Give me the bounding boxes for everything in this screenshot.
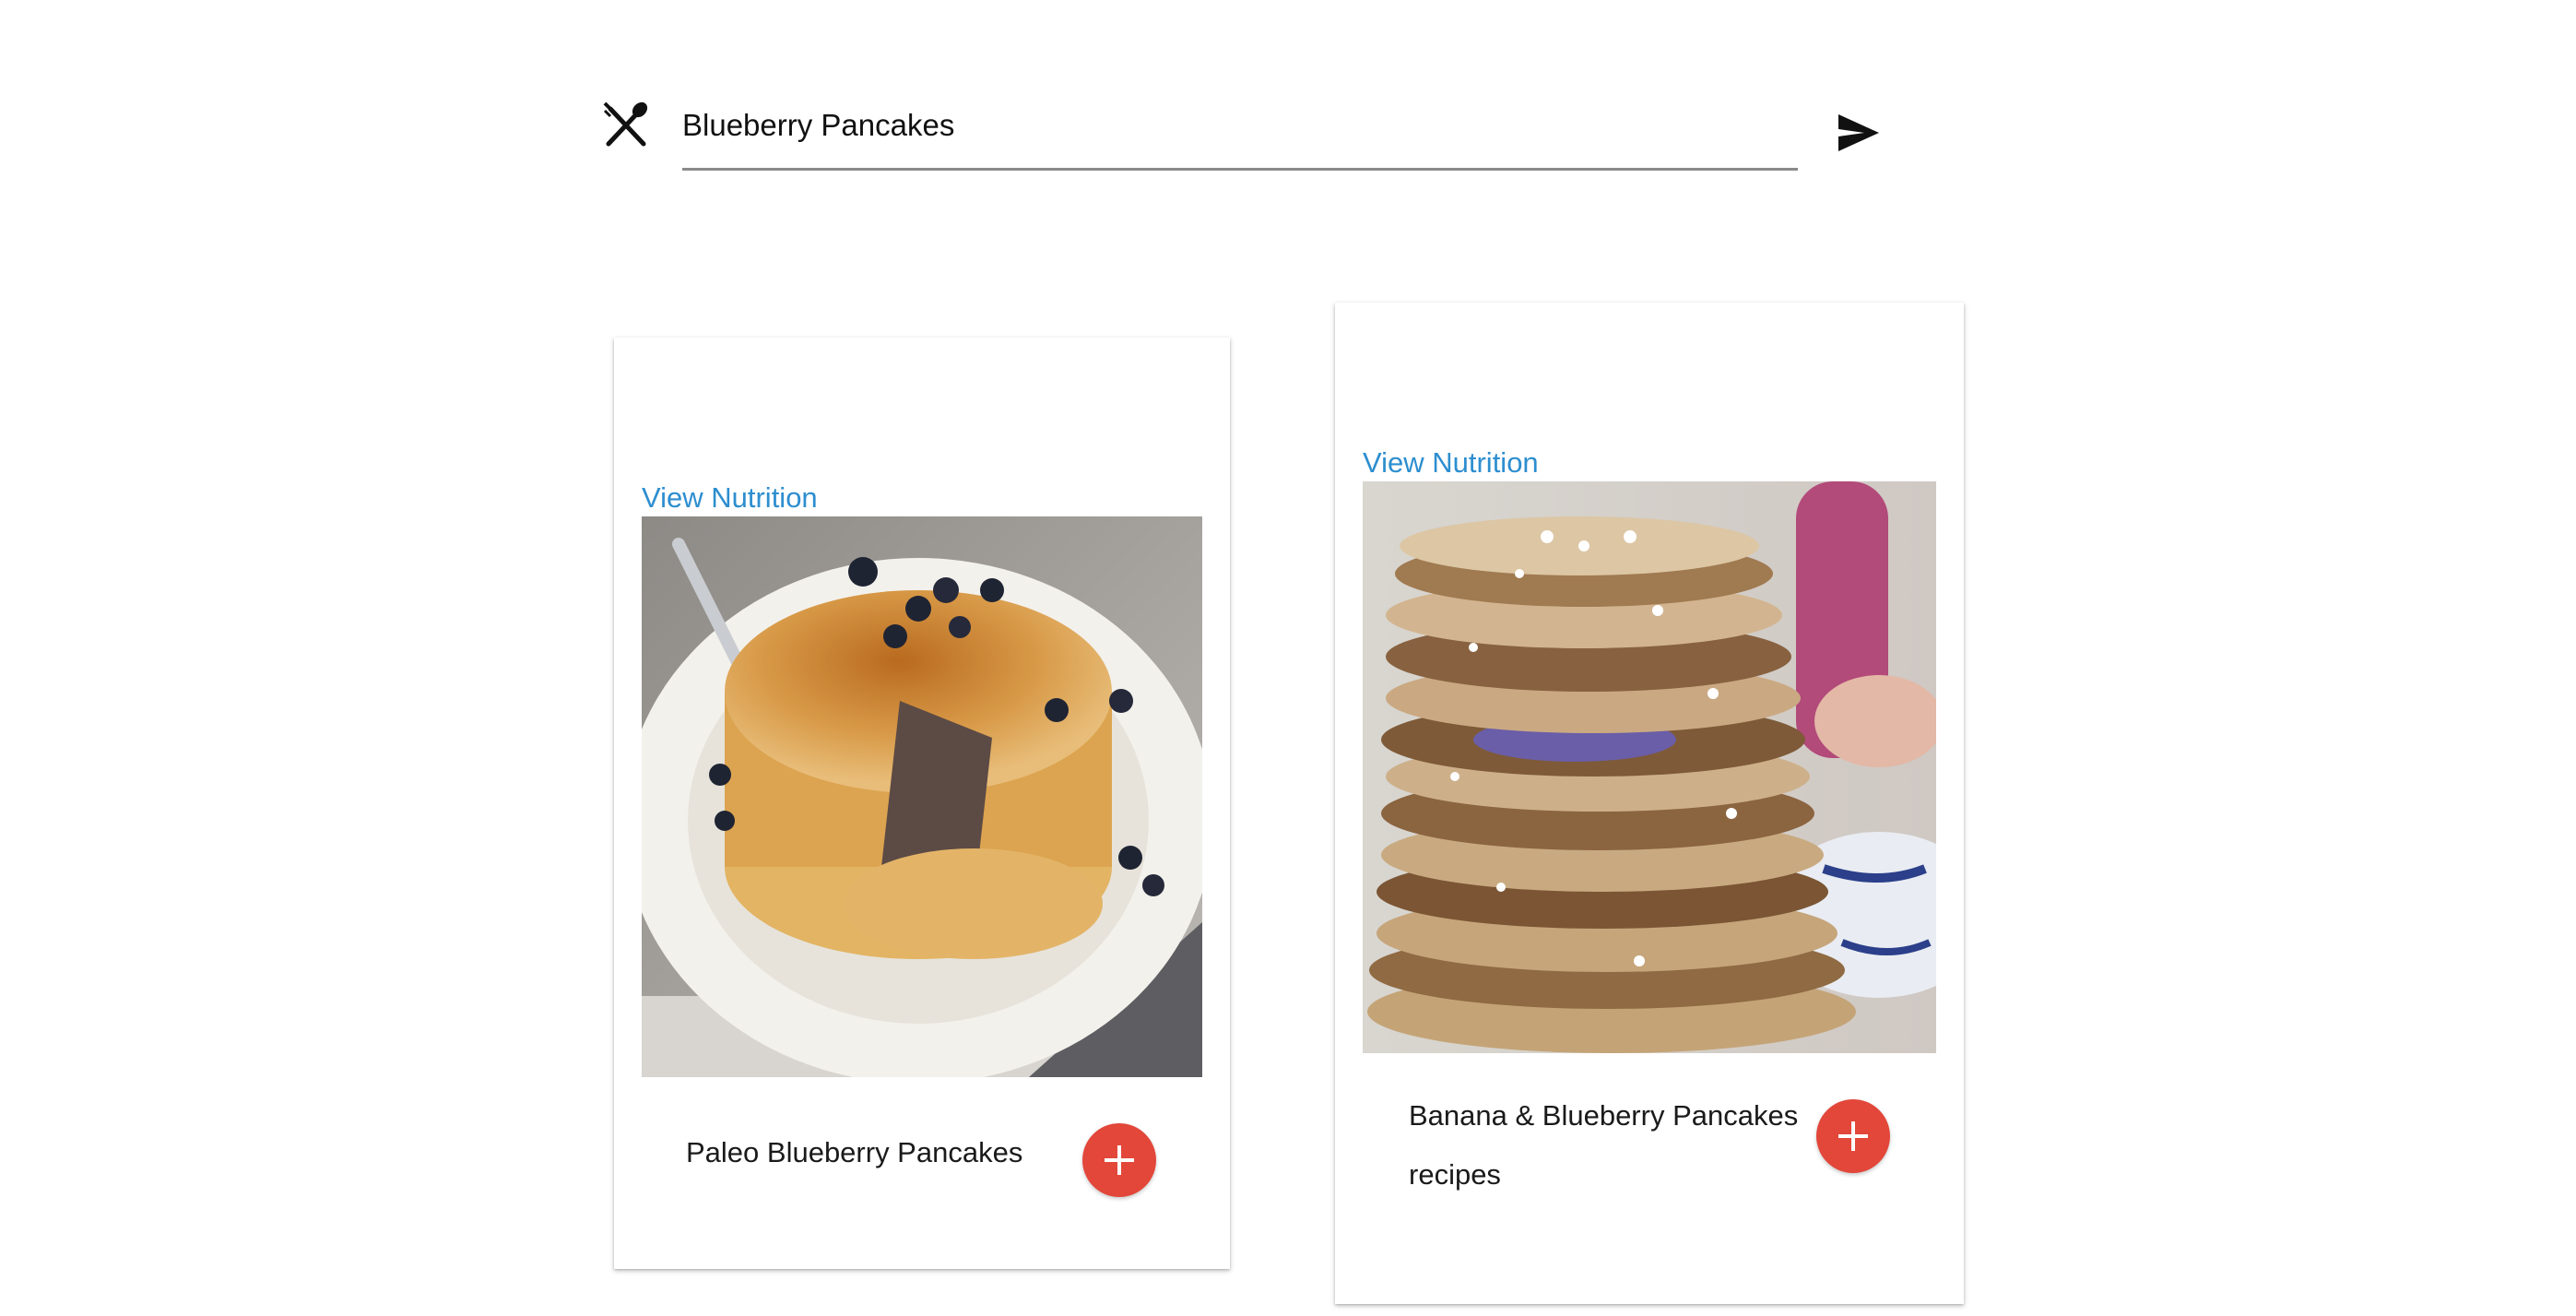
recipe-search-page: View Nutrition	[0, 0, 2576, 1316]
plus-icon	[1105, 1145, 1134, 1175]
send-icon	[1838, 114, 1879, 151]
recipe-title: Paleo Blueberry Pancakes	[686, 1136, 1023, 1168]
recipe-image	[1363, 481, 1936, 1053]
recipe-image	[642, 516, 1202, 1077]
add-recipe-button[interactable]	[1082, 1123, 1156, 1197]
recipe-card: View Nutrition	[614, 338, 1230, 1269]
plus-icon	[1838, 1121, 1868, 1151]
recipe-search-field[interactable]	[682, 92, 1798, 171]
recipe-card: View Nutrition	[1335, 302, 1964, 1304]
view-nutrition-link[interactable]: View Nutrition	[1363, 446, 1539, 480]
recipe-search-input[interactable]	[682, 92, 1798, 159]
view-nutrition-link[interactable]: View Nutrition	[642, 481, 818, 515]
recipe-title: Banana & Blueberry Pancakes recipes	[1409, 1099, 1799, 1191]
add-recipe-button[interactable]	[1816, 1099, 1890, 1173]
send-button[interactable]	[1835, 109, 1883, 157]
fork-spoon-icon	[601, 100, 651, 149]
